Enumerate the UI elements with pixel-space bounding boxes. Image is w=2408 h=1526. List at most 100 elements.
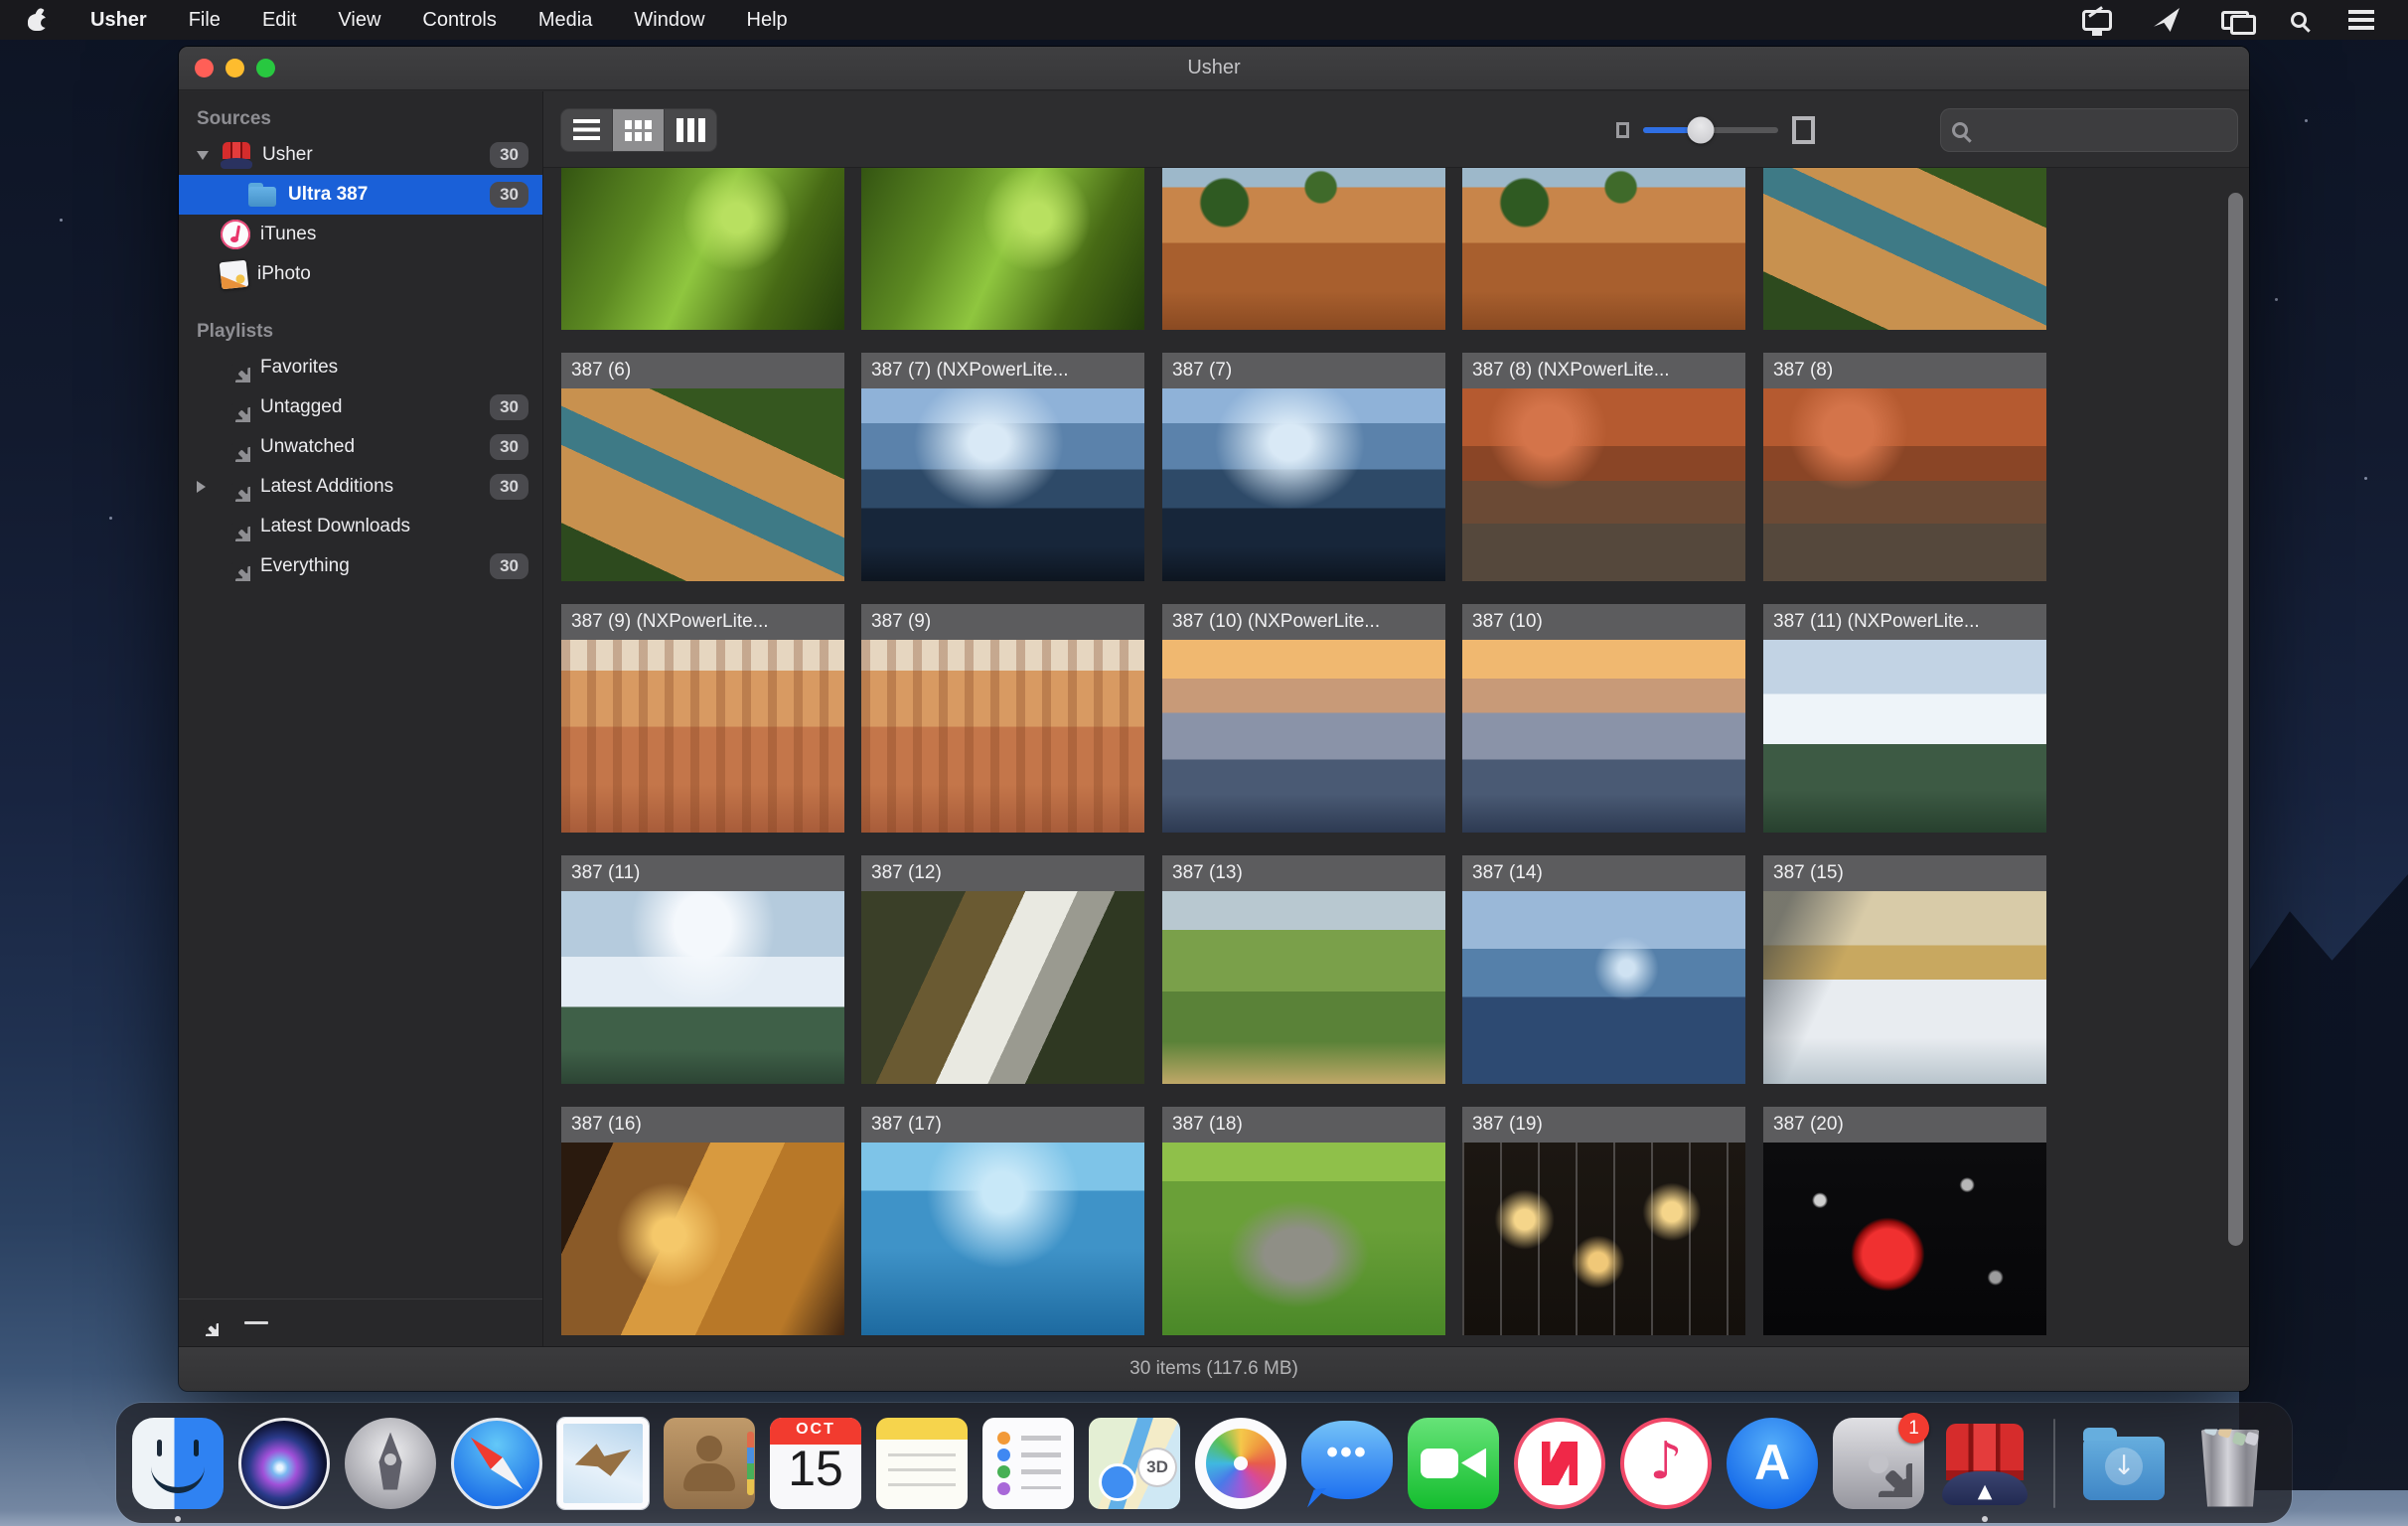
grid-cell-387-15[interactable]: 387 (15) (1763, 855, 2046, 1084)
grid-cell-387-19[interactable]: 387 (19) (1462, 1107, 1745, 1335)
slider-knob[interactable] (1688, 117, 1715, 144)
dock-item-contacts[interactable] (664, 1418, 755, 1509)
pointer-icon[interactable] (2154, 8, 2180, 32)
display-icon[interactable] (2082, 10, 2112, 31)
dock-item-facetime[interactable] (1408, 1418, 1499, 1509)
sidebar-item-latest-additions[interactable]: Latest Additions30 (179, 467, 542, 507)
dock-item-sysprefs[interactable]: 1 (1833, 1418, 1924, 1509)
launchpad-icon-art (345, 1418, 436, 1509)
sidebar-item-unwatched[interactable]: Unwatched30 (179, 427, 542, 467)
notes-icon-art (876, 1418, 968, 1509)
item-count-badge: 30 (490, 182, 528, 208)
cell-title: 387 (9) (NXPowerLite... (561, 604, 844, 640)
dock-item-usher[interactable]: ▲ (1939, 1418, 2031, 1509)
grid-cell[interactable] (1162, 168, 1445, 330)
dock-item-messages[interactable]: ••• (1301, 1418, 1393, 1509)
photos-icon (1195, 1418, 1286, 1509)
grid-cell-387-9[interactable]: 387 (9) (861, 604, 1144, 833)
sidebar-item-latest-downloads[interactable]: Latest Downloads (179, 507, 542, 546)
menu-item-file[interactable]: File (189, 9, 221, 32)
apple-menu-icon[interactable] (28, 9, 47, 31)
sidebar-item-usher[interactable]: Usher30 (179, 135, 542, 175)
dock-item-reminders[interactable] (982, 1418, 1074, 1509)
menu-item-controls[interactable]: Controls (422, 9, 496, 32)
dock-item-mail[interactable] (557, 1418, 649, 1509)
menu-item-view[interactable]: View (338, 9, 380, 32)
grid-cell-387-20[interactable]: 387 (20) (1763, 1107, 2046, 1335)
dock-item-appstore[interactable]: A (1727, 1418, 1818, 1509)
action-gear-button[interactable] (193, 1310, 219, 1336)
grid-cell[interactable] (561, 168, 844, 330)
grid-cell[interactable] (1763, 168, 2046, 330)
grid-cell-387-13[interactable]: 387 (13) (1162, 855, 1445, 1084)
slider-track[interactable] (1643, 127, 1778, 133)
menu-item-help[interactable]: Help (747, 9, 788, 32)
notification-center-icon[interactable] (2348, 10, 2374, 30)
remove-button[interactable] (244, 1321, 268, 1324)
grid-cell-387-8[interactable]: 387 (8) (1763, 353, 2046, 581)
grid-cell[interactable] (1462, 168, 1745, 330)
dock-item-finder[interactable] (132, 1418, 224, 1509)
dock-item-calendar[interactable]: OCT15 (770, 1418, 861, 1509)
item-count-badge: 30 (490, 474, 528, 500)
dock-item-notes[interactable] (876, 1418, 968, 1509)
grid-cell-387-7[interactable]: 387 (7) (1162, 353, 1445, 581)
menu-item-edit[interactable]: Edit (262, 9, 296, 32)
grid-cell-387-17[interactable]: 387 (17) (861, 1107, 1144, 1335)
finder-running-indicator (175, 1516, 181, 1522)
grid-cell-387-6[interactable]: 387 (6) (561, 353, 844, 581)
list-view-icon (573, 119, 600, 141)
grid-cell[interactable] (861, 168, 1144, 330)
menu-app-name[interactable]: Usher (90, 9, 147, 32)
zoom-button[interactable] (256, 59, 275, 77)
grid-view-button[interactable] (613, 109, 665, 151)
safari-icon-art (454, 1421, 539, 1506)
minimize-button[interactable] (226, 59, 244, 77)
smart-playlist-icon (221, 432, 250, 462)
title-bar[interactable]: Usher (179, 47, 2249, 90)
grid-cell-387-10-NXPowerLite[interactable]: 387 (10) (NXPowerLite... (1162, 604, 1445, 833)
dock-item-itunes[interactable]: ♪ (1620, 1418, 1712, 1509)
spotlight-icon[interactable] (2291, 12, 2307, 28)
dock-item-downloads[interactable]: ↓ (2078, 1418, 2170, 1509)
grid-cell-387-8-NXPowerLite[interactable]: 387 (8) (NXPowerLite... (1462, 353, 1745, 581)
sidebar-item-everything[interactable]: Everything30 (179, 546, 542, 586)
grid-cell-387-16[interactable]: 387 (16) (561, 1107, 844, 1335)
grid-cell-387-12[interactable]: 387 (12) (861, 855, 1144, 1084)
disclosure-open-icon[interactable] (197, 151, 221, 160)
search-field[interactable] (1940, 108, 2238, 152)
menu-item-window[interactable]: Window (634, 9, 704, 32)
menu-item-media[interactable]: Media (538, 9, 592, 32)
disclosure-closed-icon[interactable] (197, 481, 221, 493)
grid-cell-387-11-NXPowerLite[interactable]: 387 (11) (NXPowerLite... (1763, 604, 2046, 833)
sidebar-item-iphoto[interactable]: iPhoto (179, 254, 542, 294)
grid-cell-387-10[interactable]: 387 (10) (1462, 604, 1745, 833)
grid-cell-387-11[interactable]: 387 (11) (561, 855, 844, 1084)
grid-cell-387-7-NXPowerLite[interactable]: 387 (7) (NXPowerLite... (861, 353, 1144, 581)
sidebar-item-itunes[interactable]: iTunes (179, 215, 542, 254)
dock-item-photos[interactable] (1195, 1418, 1286, 1509)
screen-mirroring-icon[interactable] (2221, 11, 2249, 30)
thumbnail-cherry (1763, 1143, 2046, 1335)
finder-icon-art (132, 1418, 224, 1509)
search-input[interactable] (1978, 119, 2216, 141)
dock-item-news[interactable] (1514, 1418, 1605, 1509)
dock-item-trash[interactable] (2184, 1418, 2276, 1509)
columns-view-button[interactable] (665, 109, 716, 151)
scrollbar-thumb[interactable] (2228, 193, 2243, 1246)
sidebar-item-favorites[interactable]: Favorites (179, 348, 542, 387)
sidebar-item-label: Unwatched (260, 436, 355, 458)
grid-cell-387-14[interactable]: 387 (14) (1462, 855, 1745, 1084)
sidebar-item-ultra-387[interactable]: Ultra 38730 (179, 175, 542, 215)
grid-cell-387-9-NXPowerLite[interactable]: 387 (9) (NXPowerLite... (561, 604, 844, 833)
sidebar-item-label: Favorites (260, 357, 338, 379)
dock-item-safari[interactable] (451, 1418, 542, 1509)
list-view-button[interactable] (561, 109, 613, 151)
grid-cell-387-18[interactable]: 387 (18) (1162, 1107, 1445, 1335)
dock-item-maps[interactable]: 3D (1089, 1418, 1180, 1509)
dock-item-siri[interactable] (238, 1418, 330, 1509)
sidebar-item-untagged[interactable]: Untagged30 (179, 387, 542, 427)
downloads-art-main-text: ↓ (2105, 1448, 2143, 1485)
close-button[interactable] (195, 59, 214, 77)
dock-item-launchpad[interactable] (345, 1418, 436, 1509)
